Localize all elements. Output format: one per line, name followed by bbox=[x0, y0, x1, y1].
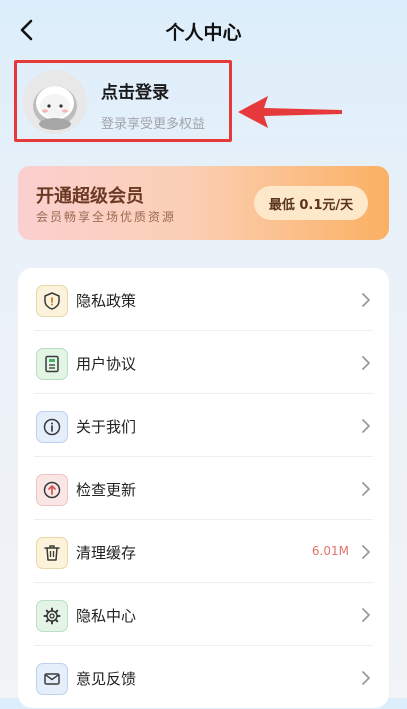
vip-price-button[interactable]: 最低 0.1元/天 bbox=[254, 186, 368, 220]
menu-item-clear-cache[interactable]: 清理缓存 6.01M bbox=[18, 520, 389, 583]
vip-title: 开通超级会员 bbox=[36, 186, 144, 207]
vip-banner[interactable]: 开通超级会员 会员畅享全场优质资源 最低 0.1元/天 bbox=[18, 166, 389, 240]
chevron-right-icon bbox=[362, 671, 370, 685]
chevron-right-icon bbox=[362, 419, 370, 433]
document-icon bbox=[36, 348, 68, 380]
menu-item-privacy-center[interactable]: 隐私中心 bbox=[18, 583, 389, 646]
menu-item-user-agreement[interactable]: 用户协议 bbox=[18, 331, 389, 394]
chevron-right-icon bbox=[362, 482, 370, 496]
menu-item-label: 检查更新 bbox=[76, 481, 137, 499]
cache-size-value: 6.01M bbox=[311, 544, 349, 558]
menu-item-label: 意见反馈 bbox=[76, 670, 137, 688]
vip-subtitle: 会员畅享全场优质资源 bbox=[36, 210, 177, 224]
astronaut-avatar-icon bbox=[23, 70, 87, 134]
mail-icon bbox=[36, 663, 68, 695]
login-title[interactable]: 点击登录 bbox=[101, 78, 169, 103]
menu-item-privacy-policy[interactable]: 隐私政策 bbox=[18, 268, 389, 331]
menu-item-label: 清理缓存 bbox=[76, 544, 137, 562]
menu-item-check-update[interactable]: 检查更新 bbox=[18, 457, 389, 520]
menu-item-feedback[interactable]: 意见反馈 bbox=[18, 646, 389, 709]
page-title: 个人中心 bbox=[165, 22, 242, 44]
avatar[interactable] bbox=[23, 70, 87, 134]
menu-item-label: 用户协议 bbox=[76, 355, 137, 373]
settings-menu: 隐私政策 用户协议 关于我们 检查更新 清理缓存 6.01M 隐私中心 意见反馈 bbox=[18, 268, 389, 708]
menu-item-about-us[interactable]: 关于我们 bbox=[18, 394, 389, 457]
chevron-right-icon bbox=[362, 293, 370, 307]
shield-icon bbox=[36, 285, 68, 317]
login-subtitle: 登录享受更多权益 bbox=[101, 117, 206, 132]
annotation-arrow-icon bbox=[238, 96, 342, 128]
login-area[interactable]: 点击登录 登录享受更多权益 bbox=[14, 60, 232, 142]
menu-item-label: 隐私中心 bbox=[76, 607, 137, 625]
trash-icon bbox=[36, 537, 68, 569]
upload-icon bbox=[36, 474, 68, 506]
header: 个人中心 bbox=[0, 0, 407, 60]
menu-item-label: 关于我们 bbox=[76, 418, 137, 436]
menu-item-label: 隐私政策 bbox=[76, 292, 137, 310]
chevron-right-icon bbox=[362, 608, 370, 622]
info-icon bbox=[36, 411, 68, 443]
chevron-right-icon bbox=[362, 356, 370, 370]
chevron-right-icon bbox=[362, 545, 370, 559]
gear-icon bbox=[36, 600, 68, 632]
